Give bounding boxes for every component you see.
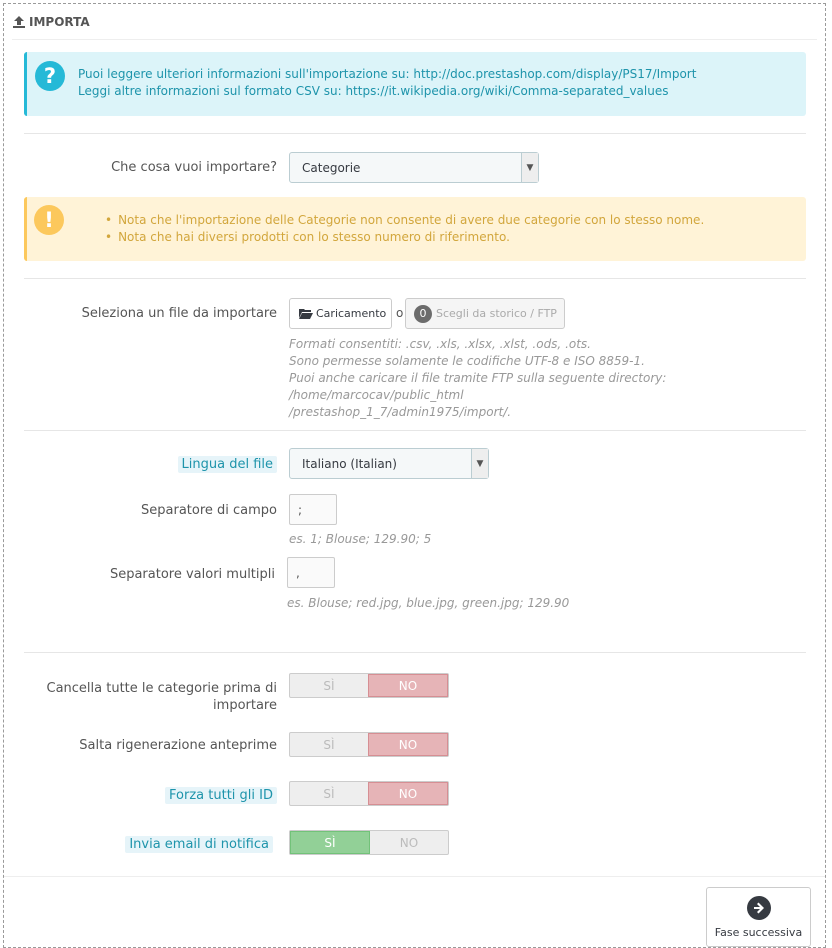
- delete-categories-label-line: importare: [213, 698, 277, 713]
- skip-thumbnails-switch[interactable]: SÌ NO: [289, 732, 449, 757]
- language-select[interactable]: Italiano (Italian) ▼: [289, 448, 489, 479]
- file-help-line: Puoi anche caricare il file tramite FTP …: [289, 371, 667, 402]
- delete-categories-label-line: Cancella tutte le categorie prima di: [46, 681, 278, 696]
- field-separator-help: es. 1; Blouse; 129.90; 5: [289, 532, 432, 546]
- divider: [24, 133, 806, 134]
- switch-yes-option[interactable]: SÌ: [290, 831, 370, 854]
- chevron-down-icon: ▼: [521, 153, 538, 182]
- switch-yes-option[interactable]: SÌ: [290, 782, 368, 805]
- divider: [24, 430, 806, 431]
- upload-button-label: Caricamento: [316, 307, 387, 320]
- panel-heading: IMPORTA: [12, 4, 817, 40]
- multi-separator-help: es. Blouse; red.jpg, blue.jpg, green.jpg…: [287, 596, 570, 610]
- panel-title: IMPORTA: [29, 14, 90, 29]
- switch-yes-option[interactable]: SÌ: [290, 674, 368, 697]
- history-count-badge: 0: [414, 304, 432, 323]
- multi-separator-label: Separatore valori multipli: [109, 567, 275, 582]
- switch-yes-option[interactable]: SÌ: [290, 733, 368, 756]
- import-type-select[interactable]: Categorie ▼: [289, 152, 539, 183]
- file-help-line: Sono permesse solamente le codifiche UTF…: [289, 354, 645, 368]
- warning-alert: ! Nota che l'importazione delle Categori…: [24, 197, 806, 261]
- switch-no-option[interactable]: NO: [370, 831, 448, 854]
- delete-categories-label: Cancella tutte le categorie prima di imp…: [47, 680, 278, 714]
- question-icon: ?: [35, 61, 65, 91]
- panel-footer: Fase successiva: [4, 876, 825, 947]
- or-text: o: [396, 306, 404, 320]
- force-ids-label: Forza tutti gli ID: [165, 787, 277, 804]
- import-panel: IMPORTA ? Puoi leggere ulteriori informa…: [3, 3, 826, 948]
- warning-item: Nota che l'importazione delle Categorie …: [105, 212, 704, 229]
- file-help-line: /prestashop_1_7/admin1975/import/.: [289, 405, 512, 419]
- delete-categories-switch[interactable]: SÌ NO: [289, 673, 449, 698]
- field-separator-input[interactable]: ;: [289, 494, 337, 525]
- warning-item: Nota che hai diversi prodotti con lo ste…: [105, 229, 704, 246]
- import-type-value: Categorie: [302, 160, 361, 175]
- switch-no-option[interactable]: NO: [368, 782, 448, 805]
- import-type-label: Che cosa vuoi importare?: [111, 160, 277, 175]
- divider: [24, 278, 806, 279]
- exclamation-icon: !: [34, 205, 64, 235]
- send-email-switch[interactable]: SÌ NO: [289, 830, 449, 855]
- folder-open-icon: [299, 309, 313, 319]
- multi-separator-input[interactable]: ,: [287, 557, 335, 588]
- import-doc-link[interactable]: http://doc.prestashop.com/display/PS17/I…: [413, 67, 696, 81]
- upload-button[interactable]: Caricamento: [289, 298, 392, 329]
- multi-separator-value: ,: [296, 565, 300, 580]
- file-help-line: Formati consentiti: .csv, .xls, .xlsx, .…: [289, 337, 591, 351]
- divider: [24, 652, 806, 653]
- switch-no-option[interactable]: NO: [368, 733, 448, 756]
- language-value: Italiano (Italian): [302, 456, 397, 471]
- info-line1-text: Puoi leggere ulteriori informazioni sull…: [78, 67, 410, 81]
- chevron-down-icon: ▼: [471, 449, 488, 478]
- language-label: Lingua del file: [177, 456, 277, 473]
- info-alert: ? Puoi leggere ulteriori informazioni su…: [24, 52, 806, 116]
- arrow-right-circle-icon: [746, 896, 771, 920]
- upload-icon: [12, 15, 26, 29]
- file-help: Formati consentiti: .csv, .xls, .xlsx, .…: [289, 336, 825, 421]
- field-separator-value: ;: [298, 502, 303, 517]
- skip-thumbnails-label: Salta rigenerazione anteprime: [79, 738, 277, 753]
- send-email-label: Invia email di notifica: [125, 836, 273, 853]
- history-ftp-label: Scegli da storico / FTP: [436, 307, 557, 320]
- field-separator-label: Separatore di campo: [141, 503, 277, 518]
- history-ftp-button[interactable]: 0 Scegli da storico / FTP: [405, 298, 565, 329]
- next-step-label: Fase successiva: [714, 926, 803, 939]
- force-ids-switch[interactable]: SÌ NO: [289, 781, 449, 806]
- csv-wiki-link[interactable]: https://it.wikipedia.org/wiki/Comma-sepa…: [345, 84, 668, 98]
- next-step-button[interactable]: Fase successiva: [706, 887, 811, 947]
- file-select-label: Seleziona un file da importare: [81, 306, 277, 321]
- info-line2-text: Leggi altre informazioni sul formato CSV…: [78, 84, 342, 98]
- switch-no-option[interactable]: NO: [368, 674, 448, 697]
